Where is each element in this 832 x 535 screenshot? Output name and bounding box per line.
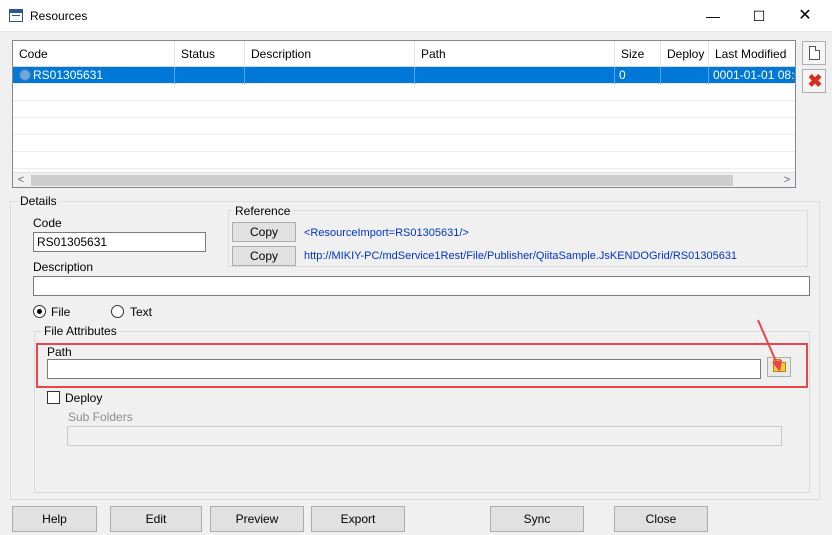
- text-radio-label: Text: [130, 305, 153, 319]
- delete-resource-button[interactable]: ✖: [802, 69, 826, 93]
- resource-row-icon: [19, 69, 31, 81]
- help-button[interactable]: Help: [12, 506, 97, 532]
- column-header-description[interactable]: Description: [245, 41, 415, 67]
- reference-group-label: Reference: [233, 204, 293, 218]
- file-radio-label: File: [51, 305, 71, 319]
- cell-size: 0: [615, 67, 661, 84]
- scroll-right-icon[interactable]: >: [779, 173, 795, 187]
- deploy-checkbox[interactable]: [47, 391, 60, 404]
- column-header-size[interactable]: Size: [615, 41, 661, 67]
- new-resource-button[interactable]: [802, 41, 826, 65]
- file-attributes-label: File Attributes: [42, 324, 119, 338]
- copy-import-button[interactable]: Copy: [232, 222, 296, 242]
- details-group-label: Details: [18, 194, 59, 208]
- path-field[interactable]: [47, 359, 761, 379]
- code-label: Code: [33, 216, 62, 230]
- code-field[interactable]: [33, 232, 206, 252]
- red-arrow-annotation: [757, 319, 782, 372]
- cell-code: RS01305631: [13, 67, 175, 84]
- scroll-left-icon[interactable]: <: [13, 173, 29, 187]
- empty-row: [13, 135, 795, 152]
- preview-button[interactable]: Preview: [210, 506, 304, 532]
- scrollbar-thumb[interactable]: [31, 175, 733, 186]
- column-header-last-modified[interactable]: Last Modified: [709, 41, 795, 67]
- sync-button[interactable]: Sync: [490, 506, 584, 532]
- description-field[interactable]: [33, 276, 810, 296]
- table-row[interactable]: RS01305631 0 0001-01-01 08:00: [13, 67, 795, 84]
- copy-url-button[interactable]: Copy: [232, 246, 296, 266]
- path-label: Path: [47, 345, 72, 359]
- empty-row: [13, 152, 795, 169]
- cell-deploy: [661, 67, 709, 84]
- window-app-icon: [9, 9, 23, 22]
- cell-status: [175, 67, 245, 84]
- file-radio[interactable]: [33, 305, 46, 318]
- subfolders-field[interactable]: [67, 426, 782, 446]
- horizontal-scrollbar[interactable]: < >: [13, 172, 795, 187]
- column-header-code[interactable]: Code: [13, 41, 175, 67]
- close-button[interactable]: Close: [614, 506, 708, 532]
- title-bar: Resources — ☐ ✕: [0, 0, 832, 32]
- export-button[interactable]: Export: [311, 506, 405, 532]
- empty-row: [13, 118, 795, 135]
- edit-button[interactable]: Edit: [110, 506, 202, 532]
- minimize-button[interactable]: —: [690, 0, 736, 32]
- resource-import-text[interactable]: <ResourceImport=RS01305631/>: [304, 227, 469, 239]
- cell-path: [415, 67, 615, 84]
- column-header-deploy[interactable]: Deploy: [661, 41, 709, 67]
- empty-row: [13, 101, 795, 118]
- window-title: Resources: [30, 9, 88, 23]
- subfolders-label: Sub Folders: [68, 410, 133, 424]
- text-radio[interactable]: [111, 305, 124, 318]
- empty-row: [13, 84, 795, 101]
- column-header-status[interactable]: Status: [175, 41, 245, 67]
- deploy-label: Deploy: [65, 391, 103, 405]
- close-window-button[interactable]: ✕: [782, 0, 828, 32]
- cell-description: [245, 67, 415, 84]
- resources-grid[interactable]: Code Status Description Path Size Deploy…: [12, 40, 796, 188]
- resource-url-text[interactable]: http://MIKIY-PC/mdService1Rest/File/Publ…: [304, 250, 737, 262]
- cell-last-modified: 0001-01-01 08:00: [709, 67, 795, 84]
- delete-x-icon: ✖: [807, 71, 823, 91]
- new-document-icon: [809, 46, 820, 60]
- column-header-path[interactable]: Path: [415, 41, 615, 67]
- grid-header: Code Status Description Path Size Deploy…: [13, 41, 795, 67]
- description-label: Description: [33, 260, 94, 274]
- maximize-button[interactable]: ☐: [736, 0, 782, 32]
